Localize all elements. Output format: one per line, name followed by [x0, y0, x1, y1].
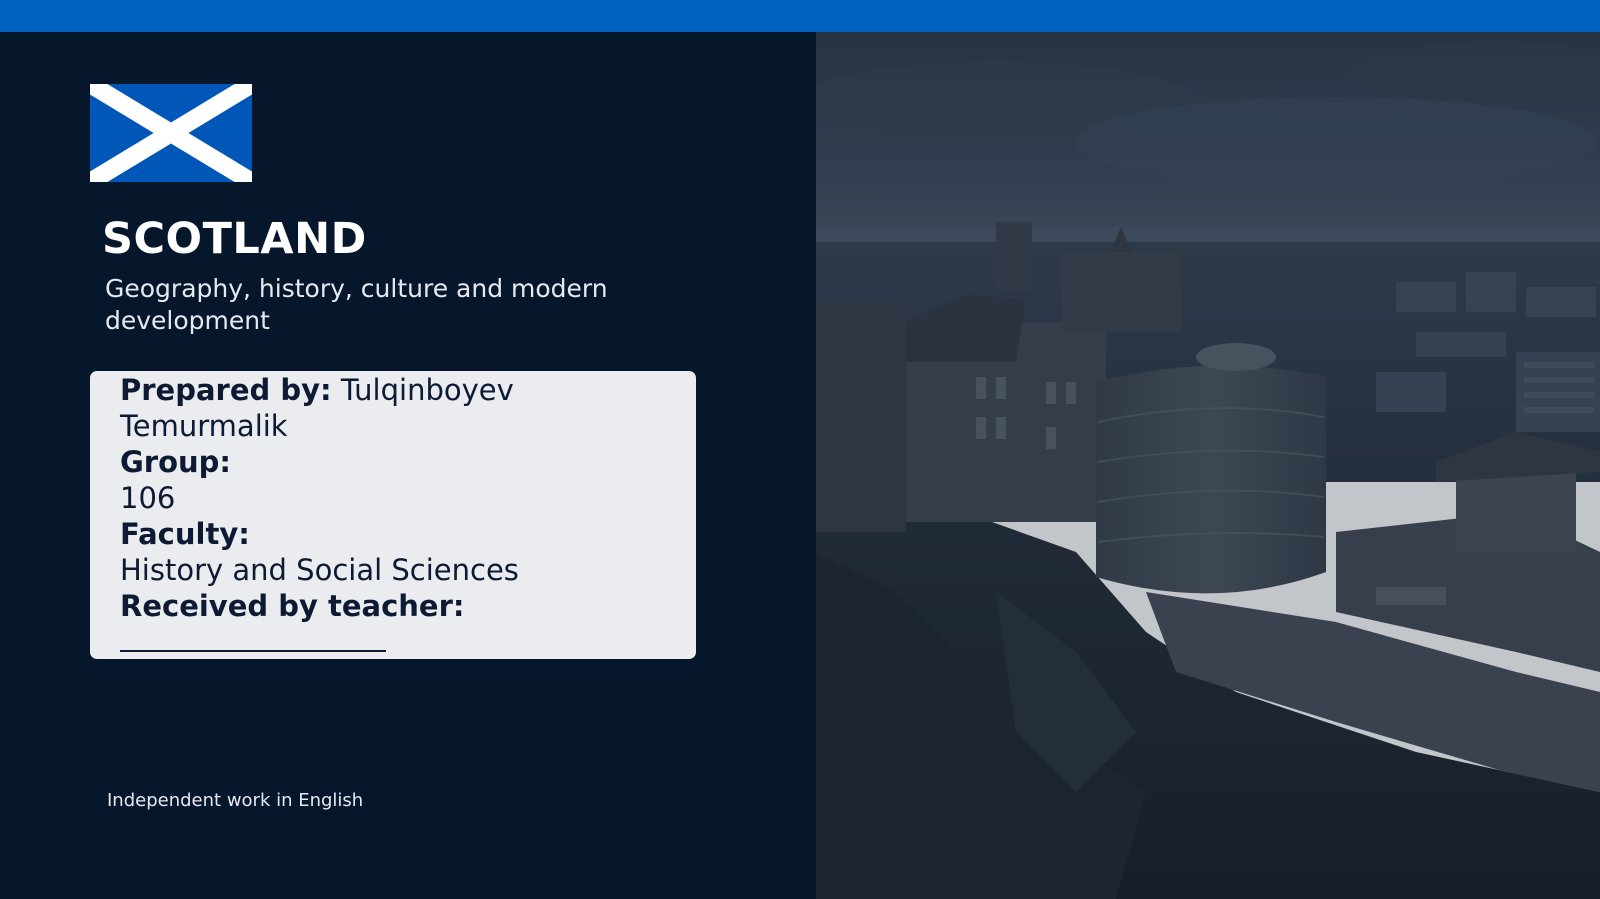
- prepared-by-value: Tulqinboyev: [331, 373, 514, 407]
- prepared-by-line: Prepared by: Tulqinboyev: [120, 372, 666, 408]
- signature-line: [120, 650, 386, 652]
- prepared-by-value-cont: Temurmalik: [120, 409, 288, 443]
- castle-photo-illustration: [816, 32, 1600, 899]
- info-card: Prepared by: Tulqinboyev Temurmalik Grou…: [90, 371, 696, 659]
- prepared-by-label: Prepared by:: [120, 373, 332, 407]
- scotland-flag-icon: [90, 84, 252, 182]
- faculty-label: Faculty:: [120, 517, 250, 551]
- title-slide: SCOTLAND Geography, history, culture and…: [0, 0, 1600, 899]
- top-accent-bar: [0, 0, 1600, 32]
- faculty-value: History and Social Sciences: [120, 553, 519, 587]
- group-label: Group:: [120, 445, 232, 479]
- castle-photo: [816, 32, 1600, 899]
- slide-title: SCOTLAND: [102, 214, 367, 264]
- footer-note: Independent work in English: [107, 790, 364, 811]
- received-by-teacher-label: Received by teacher:: [120, 589, 465, 623]
- slide-subtitle: Geography, history, culture and modern d…: [105, 274, 608, 335]
- group-value: 106: [120, 481, 176, 515]
